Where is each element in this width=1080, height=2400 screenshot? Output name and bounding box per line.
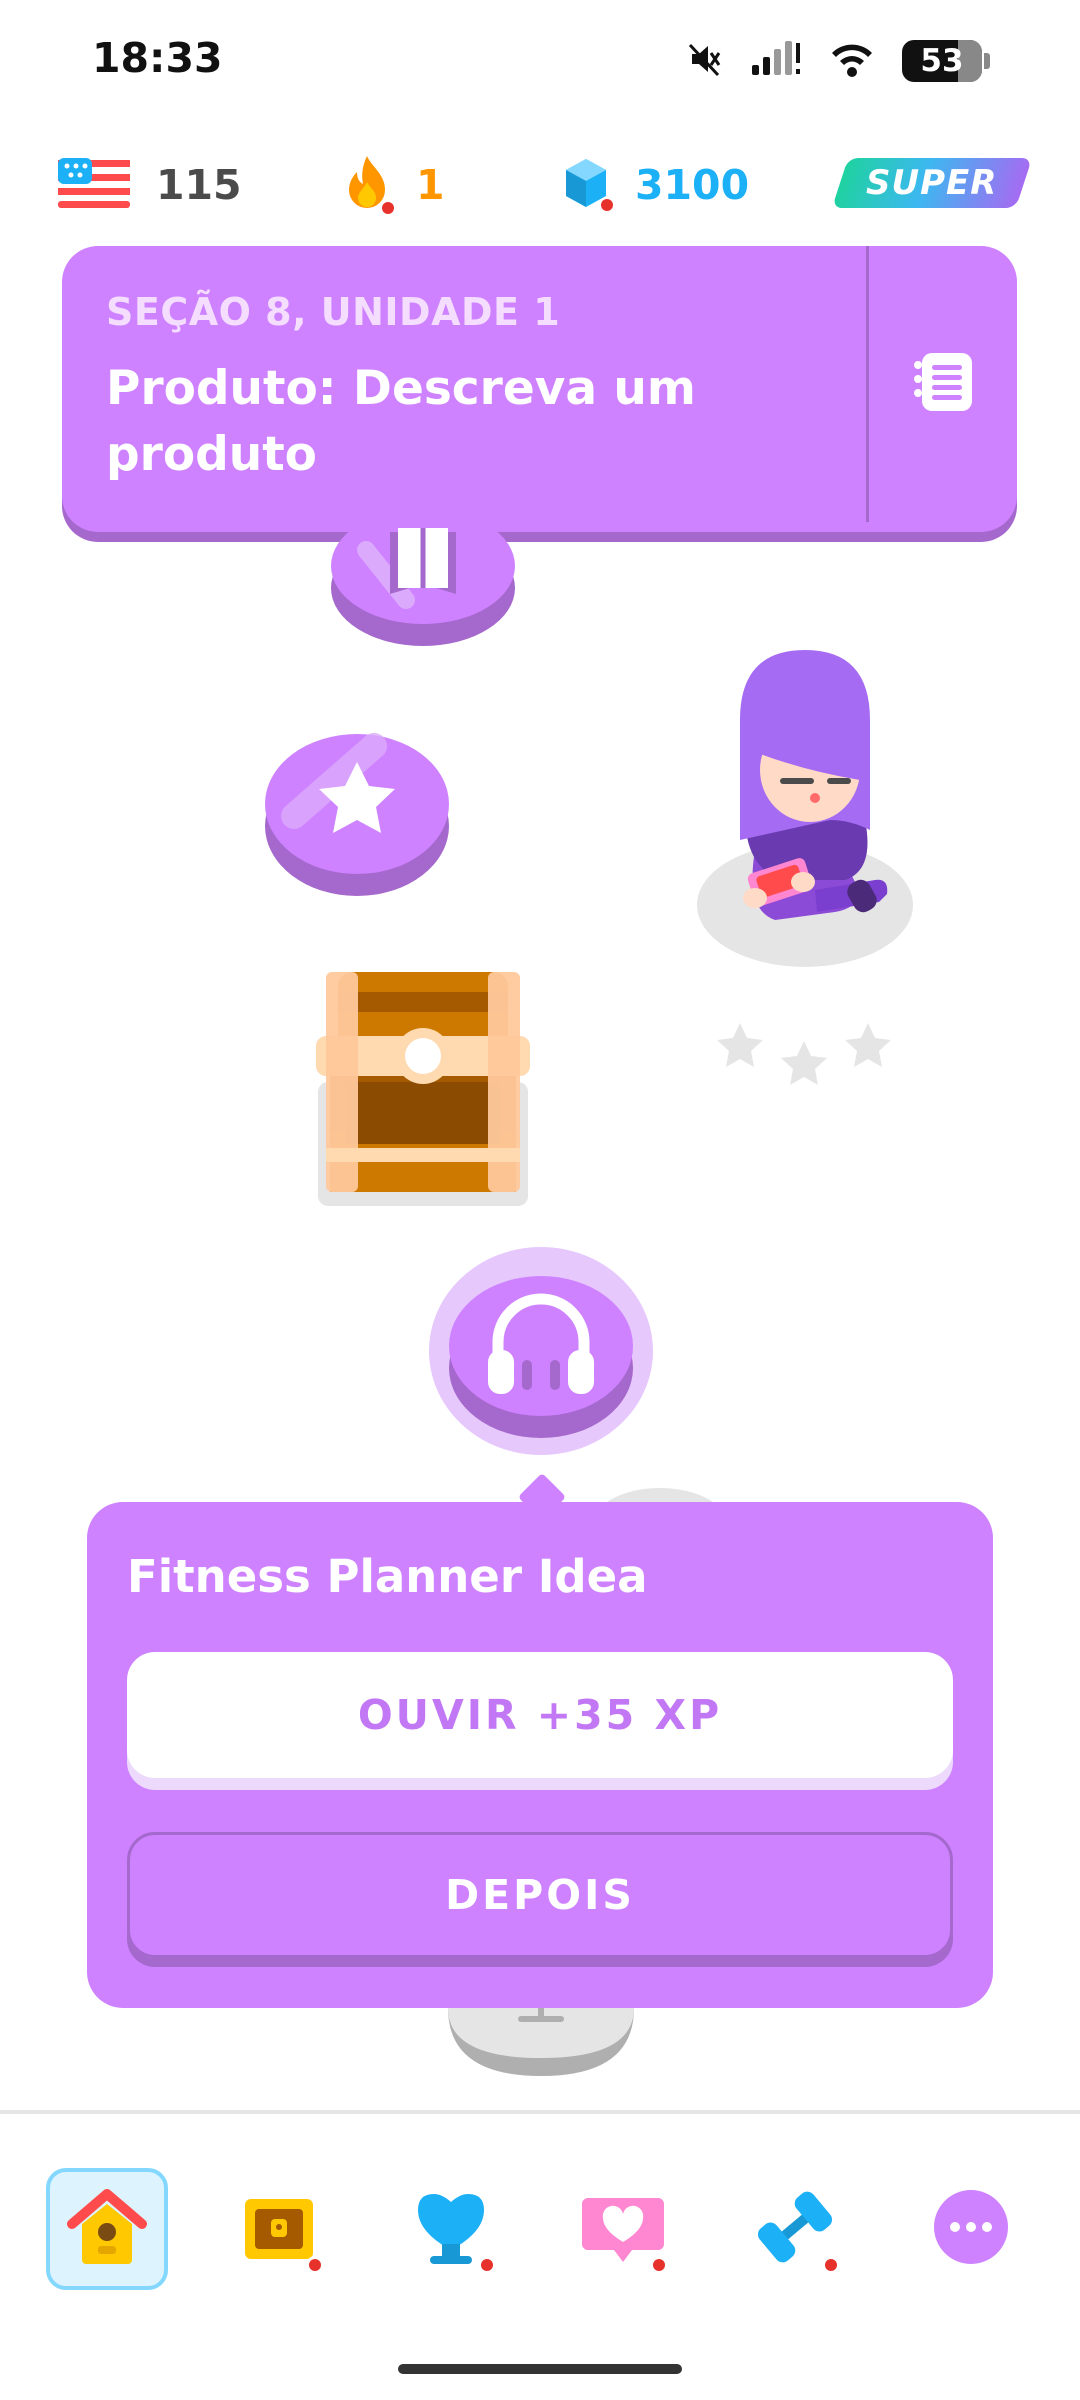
guidebook-button[interactable]	[869, 246, 1017, 522]
bottom-navigation	[0, 2110, 1080, 2400]
stats-row: 115 1 3100 SUPER	[0, 150, 1080, 220]
popup-title: Fitness Planner Idea	[127, 1550, 648, 1603]
listen-button[interactable]: OUVIR +35 XP	[127, 1652, 953, 1778]
treasure-chest-node[interactable]	[316, 972, 530, 1210]
mute-icon	[684, 39, 724, 83]
wifi-icon	[828, 39, 876, 83]
section-subtitle: SEÇÃO 8, UNIDADE 1	[106, 290, 561, 334]
social-alert-dot	[650, 2256, 668, 2274]
gems-alert-dot	[599, 197, 615, 213]
streak-counter[interactable]: 1	[344, 150, 445, 220]
character-illustration	[695, 650, 920, 1085]
leaderboard-alert-dot	[478, 2256, 496, 2274]
lesson-node-star[interactable]	[264, 726, 450, 906]
nav-social[interactable]	[562, 2168, 684, 2290]
home-indicator	[398, 2364, 682, 2374]
home-icon	[64, 2184, 150, 2274]
battery-indicator: 53	[902, 40, 982, 82]
lesson-node-story[interactable]	[330, 470, 516, 660]
empty-star-icon	[715, 1020, 765, 1074]
leagues-alert-dot	[306, 2256, 324, 2274]
nav-leaderboard[interactable]	[390, 2168, 512, 2290]
gem-icon	[563, 157, 615, 213]
empty-star-icon	[843, 1020, 893, 1074]
locked-node-bottom	[448, 2008, 634, 2082]
lesson-node-listening[interactable]	[428, 1246, 654, 1460]
nav-leagues[interactable]	[218, 2168, 340, 2290]
streak-alert-dot	[380, 200, 396, 216]
super-badge[interactable]: SUPER	[831, 158, 1033, 208]
empty-star-icon	[779, 1038, 829, 1092]
streak-count: 1	[416, 161, 445, 209]
gems-count: 3100	[635, 161, 750, 209]
us-flag-icon	[58, 158, 130, 212]
section-banner[interactable]: SEÇÃO 8, UNIDADE 1 Produto: Descreva um …	[62, 246, 1017, 532]
gems-counter[interactable]: 3100	[563, 150, 749, 220]
guidebook-icon	[910, 349, 976, 419]
status-time: 18:33	[92, 34, 223, 82]
section-title: Produto: Descreva um produto	[106, 361, 696, 482]
status-icons: 53	[684, 36, 990, 86]
star-rating	[715, 1020, 895, 1090]
practice-alert-dot	[822, 2256, 840, 2274]
nav-home[interactable]	[46, 2168, 168, 2290]
lesson-popup: Fitness Planner Idea OUVIR +35 XP DEPOIS	[87, 1502, 993, 2008]
language-selector[interactable]: 115	[58, 150, 242, 220]
more-icon	[932, 2188, 1010, 2270]
nav-practice[interactable]	[734, 2168, 856, 2290]
flame-icon	[344, 154, 396, 216]
later-button[interactable]: DEPOIS	[127, 1832, 953, 1958]
signal-icon	[750, 39, 802, 83]
status-bar: 18:33 53	[0, 0, 1080, 125]
nav-more[interactable]	[910, 2168, 1032, 2290]
language-count: 115	[156, 161, 242, 209]
battery-tip	[984, 53, 990, 69]
